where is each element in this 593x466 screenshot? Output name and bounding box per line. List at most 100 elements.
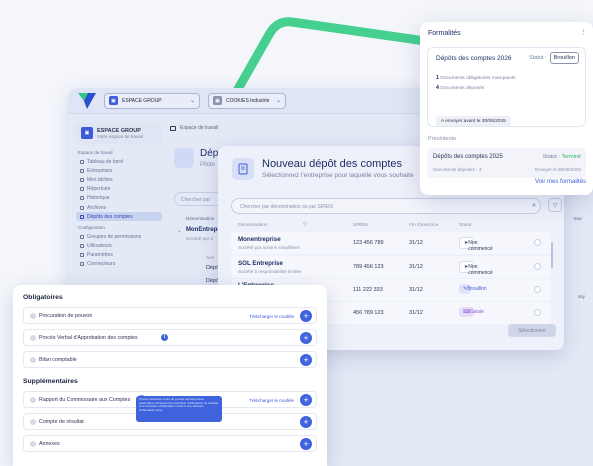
sidebar-item-permissions[interactable]: Groupes de permissions: [76, 232, 162, 241]
status-badge: Brouillon: [549, 52, 579, 64]
table-row[interactable]: Monentreprise Société par actions simpli…: [231, 232, 551, 254]
prev-formality-name: Dépôts des comptes 2025: [433, 154, 503, 160]
history-icon: [80, 196, 84, 201]
row-radio[interactable]: [534, 239, 541, 246]
column-header: Dénomination: [186, 216, 215, 221]
sidebar-item-label: Répertoire: [87, 186, 111, 193]
workspace-icon: ▣: [109, 96, 118, 105]
required-title: Obligatoires: [23, 294, 63, 301]
status-text: Saisie: [470, 309, 484, 315]
modal-search-input[interactable]: Chercher par dénomination ou par SIREN ⌕: [231, 198, 541, 214]
more-options-icon[interactable]: ⋮: [580, 28, 587, 36]
sidebar-item-label: Dépôts des comptes: [87, 213, 133, 220]
status-badge: Terminé: [561, 154, 581, 160]
previous-label: Précédente: [428, 136, 457, 142]
column-header-right: teur: [574, 216, 582, 221]
filter-icon: ▽: [552, 202, 558, 209]
document-row[interactable]: Bilan comptable +: [23, 351, 317, 368]
sort-icon[interactable]: ▽: [303, 222, 307, 228]
column-header: SIREN: [353, 223, 368, 228]
row-radio[interactable]: [534, 263, 541, 270]
add-document-button[interactable]: +: [300, 394, 312, 406]
sidebar-toggle-icon[interactable]: [170, 125, 176, 131]
previous-formality[interactable]: Dépôts des comptes 2025 Statut : Terminé…: [427, 148, 586, 178]
document-label: Compte de résultat: [39, 419, 84, 425]
workspace-select-label: ESPACE GROUP: [122, 97, 162, 104]
company-select[interactable]: ▣ COOKIES Industrie ⌄: [208, 92, 286, 109]
sidebar-item-label: Archives: [87, 204, 107, 211]
app-logo-icon: [78, 92, 96, 109]
row-name: Monentreprise: [238, 236, 281, 243]
page-search-input[interactable]: Chercher par: [174, 192, 224, 206]
info-icon[interactable]: i: [161, 334, 168, 341]
sidebar-item-tasks[interactable]: Mes tâches: [76, 175, 162, 184]
column-header: Dénomination: [238, 223, 268, 228]
missing-docs: 1 Documents obligatoires manquants: [436, 75, 516, 81]
sidebar-item-label: Entreprises: [87, 167, 113, 174]
workspace-select[interactable]: ▣ ESPACE GROUP ⌄: [104, 92, 200, 109]
sidebar-item-label: Utilisateurs: [87, 243, 112, 250]
document-row[interactable]: Procès Verbal d'Approbation des comptes …: [23, 329, 317, 346]
sidebar-item-settings[interactable]: Paramètres: [76, 251, 162, 260]
add-document-button[interactable]: +: [300, 332, 312, 344]
prev-status: Statut : Terminé: [543, 154, 581, 160]
status-text: Non commencé: [468, 264, 493, 276]
download-template-link[interactable]: Télécharger le modèle: [249, 398, 294, 403]
row-radio[interactable]: [534, 286, 541, 293]
supplementary-title: Supplémentaires: [23, 378, 78, 385]
current-formality[interactable]: Dépôts des comptes 2026 Statut : Brouill…: [427, 47, 586, 127]
sidebar-item-directory[interactable]: Répertoire: [76, 185, 162, 194]
add-document-button[interactable]: +: [300, 438, 312, 450]
sidebar-item-users[interactable]: Utilisateurs: [76, 242, 162, 251]
sidebar-item-label: Connecteurs: [87, 261, 116, 268]
sidebar-item-archives[interactable]: Archives: [76, 203, 162, 212]
document-row[interactable]: Procuration de pouvoir Télécharger le mo…: [23, 307, 317, 324]
sidebar-item-label: Tableau de bord: [87, 158, 123, 165]
add-document-button[interactable]: +: [300, 354, 312, 366]
status-badge: ⌨ Saisie: [459, 307, 484, 317]
workspace-card[interactable]: ▣ ESPACE GROUP Votre espace de travail: [76, 122, 162, 144]
sidebar-item-companies[interactable]: Entreprises: [76, 166, 162, 175]
row-right-text: ssy: [578, 294, 585, 299]
document-label: Bilan comptable: [39, 357, 77, 363]
document-label: Procuration de pouvoir: [39, 313, 93, 319]
column-header: Fin d'exercice: [409, 223, 439, 228]
prev-sent: Envoyer le 30/06/2025: [535, 167, 581, 172]
status-dot: [30, 313, 36, 319]
filter-button[interactable]: ▽: [548, 198, 562, 212]
row-radio[interactable]: [534, 309, 541, 316]
row-company-name: MonEntrepr: [186, 227, 220, 233]
row-siren: 123 456 789: [353, 240, 384, 246]
sidebar-item-history[interactable]: Historique: [76, 194, 162, 203]
breadcrumb-label: Espace de travail: [180, 125, 219, 131]
select-button[interactable]: Sélectionner: [508, 324, 556, 337]
section-workspace: Espace de travail: [78, 150, 113, 155]
sidebar-item-deposits[interactable]: Dépôts des comptes: [76, 212, 162, 222]
download-template-link[interactable]: Télécharger le modèle: [249, 314, 294, 319]
view-formalities-link[interactable]: Voir mes formalités: [535, 179, 586, 185]
status-dot: [30, 335, 36, 341]
sidebar-item-label: Mes tâches: [87, 176, 113, 183]
document-row[interactable]: Annexes +: [23, 435, 317, 452]
scrollbar[interactable]: [551, 242, 553, 268]
status-dot: [30, 397, 36, 403]
gear-icon: [80, 253, 84, 258]
row-fin: 31/12: [409, 240, 423, 246]
expand-icon[interactable]: +: [178, 229, 181, 235]
search-icon[interactable]: ⌕: [532, 202, 536, 210]
section-config: Configuration: [78, 225, 105, 231]
documents-panel: Obligatoires Procuration de pouvoir Télé…: [13, 285, 327, 466]
breadcrumb: Espace de travail: [170, 125, 218, 131]
add-document-button[interactable]: +: [300, 310, 312, 322]
status-dot: [30, 357, 36, 363]
page-title: Dép: [200, 148, 219, 159]
formalities-card: Formalités ⋮ Dépôts des comptes 2026 Sta…: [420, 22, 593, 195]
add-document-button[interactable]: +: [300, 416, 312, 428]
current-formality-name: Dépôts des comptes 2026: [436, 55, 512, 62]
building-icon: [80, 168, 84, 173]
sidebar-item-label: Groupes de permissions: [87, 233, 142, 240]
sidebar-item-connectors[interactable]: Connecteurs: [76, 260, 162, 269]
table-row[interactable]: SOL Entreprise Société à responsabilité …: [231, 256, 551, 278]
status-dot: [30, 441, 36, 447]
sidebar-item-dashboard[interactable]: Tableau de bord: [76, 157, 162, 166]
